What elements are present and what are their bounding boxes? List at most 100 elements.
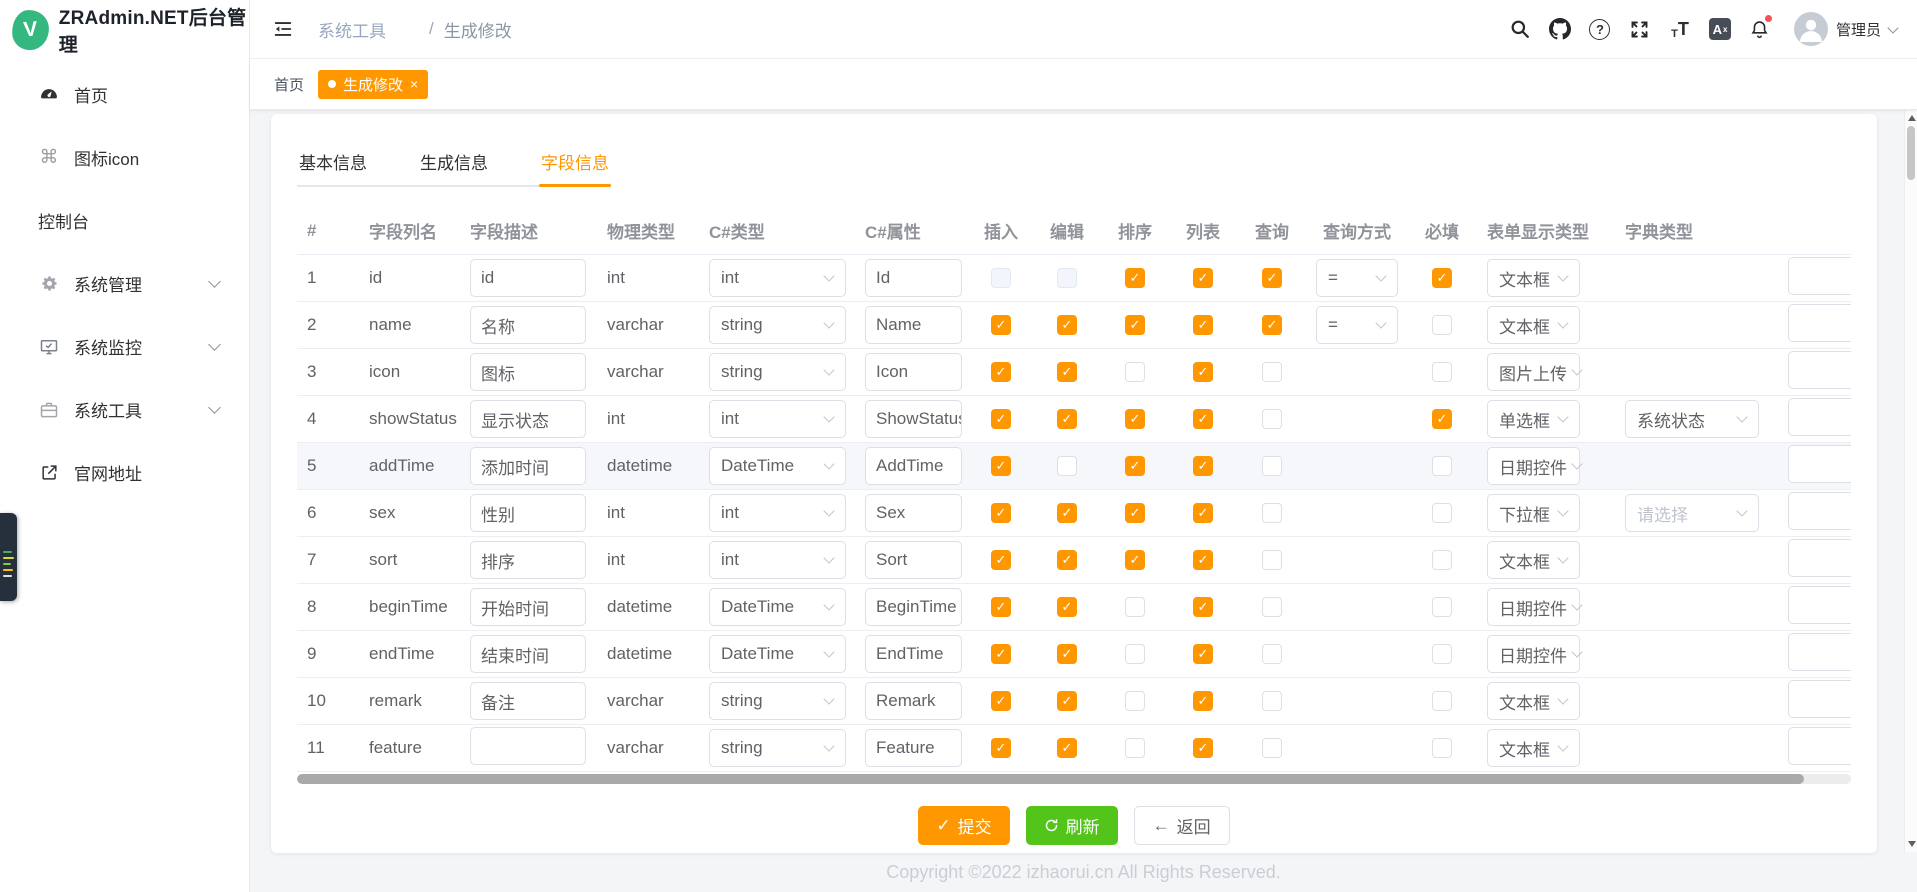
sidebar-item-system-management[interactable]: 系统管理 bbox=[0, 252, 249, 315]
query-checkbox[interactable] bbox=[1262, 691, 1282, 711]
edit-checkbox[interactable] bbox=[1057, 456, 1077, 476]
edit-checkbox[interactable]: ✓ bbox=[1057, 503, 1077, 523]
sidebar-item-console[interactable]: 控制台 bbox=[0, 189, 249, 252]
query-checkbox[interactable]: ✓ bbox=[1262, 268, 1282, 288]
sort-checkbox[interactable] bbox=[1125, 691, 1145, 711]
user-menu[interactable]: 管理员 bbox=[1836, 19, 1881, 40]
list-checkbox[interactable]: ✓ bbox=[1193, 409, 1213, 429]
back-button[interactable]: ← 返回 bbox=[1134, 806, 1230, 845]
display-type-select[interactable]: 图片上传 bbox=[1487, 353, 1580, 391]
floating-panel-handle[interactable] bbox=[0, 513, 17, 601]
overflow-input[interactable] bbox=[1788, 492, 1851, 530]
field-description-input[interactable] bbox=[470, 727, 586, 765]
list-checkbox[interactable]: ✓ bbox=[1193, 503, 1213, 523]
csharp-type-select[interactable]: string bbox=[709, 729, 846, 767]
breadcrumb-item[interactable]: 系统工具 bbox=[318, 17, 419, 42]
csharp-property-input[interactable]: Remark bbox=[865, 682, 962, 720]
sort-checkbox[interactable]: ✓ bbox=[1125, 503, 1145, 523]
scroll-up-arrow[interactable] bbox=[1908, 115, 1916, 121]
list-checkbox[interactable]: ✓ bbox=[1193, 268, 1213, 288]
csharp-property-input[interactable]: Sort bbox=[865, 541, 962, 579]
insert-checkbox[interactable]: ✓ bbox=[991, 315, 1011, 335]
tab-field-info[interactable]: 字段信息 bbox=[539, 138, 611, 185]
search-button[interactable] bbox=[1500, 9, 1540, 49]
field-description-input[interactable]: 性别 bbox=[470, 494, 586, 532]
sidebar-item-official-site[interactable]: 官网地址 bbox=[0, 441, 249, 504]
query-type-select[interactable]: = bbox=[1316, 259, 1398, 297]
field-description-input[interactable]: 开始时间 bbox=[470, 588, 586, 626]
overflow-input[interactable] bbox=[1788, 398, 1851, 436]
edit-checkbox[interactable]: ✓ bbox=[1057, 691, 1077, 711]
display-type-select[interactable]: 文本框 bbox=[1487, 259, 1580, 297]
csharp-property-input[interactable]: BeginTime bbox=[865, 588, 962, 626]
insert-checkbox[interactable]: ✓ bbox=[991, 362, 1011, 382]
refresh-button[interactable]: 刷新 bbox=[1026, 806, 1118, 845]
display-type-select[interactable]: 文本框 bbox=[1487, 306, 1580, 344]
query-type-select[interactable]: = bbox=[1316, 306, 1398, 344]
sort-checkbox[interactable]: ✓ bbox=[1125, 315, 1145, 335]
sort-checkbox[interactable] bbox=[1125, 738, 1145, 758]
list-checkbox[interactable]: ✓ bbox=[1193, 550, 1213, 570]
overflow-input[interactable] bbox=[1788, 257, 1851, 295]
sidebar-collapse-button[interactable] bbox=[268, 9, 298, 49]
overflow-input[interactable] bbox=[1788, 304, 1851, 342]
field-description-input[interactable]: 结束时间 bbox=[470, 635, 586, 673]
tag-active[interactable]: 生成修改 × bbox=[318, 70, 428, 99]
overflow-input[interactable] bbox=[1788, 633, 1851, 671]
csharp-property-input[interactable]: AddTime bbox=[865, 447, 962, 485]
avatar[interactable] bbox=[1794, 12, 1828, 46]
fullscreen-button[interactable] bbox=[1620, 9, 1660, 49]
insert-checkbox[interactable]: ✓ bbox=[991, 644, 1011, 664]
required-checkbox[interactable] bbox=[1432, 362, 1452, 382]
chevron-down-icon[interactable] bbox=[1887, 22, 1898, 33]
field-description-input[interactable]: 显示状态 bbox=[470, 400, 586, 438]
csharp-type-select[interactable]: int bbox=[709, 400, 846, 438]
horizontal-scrollbar-thumb[interactable] bbox=[297, 774, 1804, 784]
list-checkbox[interactable]: ✓ bbox=[1193, 456, 1213, 476]
insert-checkbox[interactable]: ✓ bbox=[991, 738, 1011, 758]
csharp-type-select[interactable]: int bbox=[709, 541, 846, 579]
overflow-input[interactable] bbox=[1788, 539, 1851, 577]
overflow-input[interactable] bbox=[1788, 680, 1851, 718]
list-checkbox[interactable]: ✓ bbox=[1193, 315, 1213, 335]
insert-checkbox[interactable]: ✓ bbox=[991, 456, 1011, 476]
edit-checkbox[interactable]: ✓ bbox=[1057, 362, 1077, 382]
insert-checkbox[interactable] bbox=[991, 268, 1011, 288]
query-checkbox[interactable] bbox=[1262, 362, 1282, 382]
overflow-input[interactable] bbox=[1788, 445, 1851, 483]
required-checkbox[interactable] bbox=[1432, 503, 1452, 523]
sort-checkbox[interactable]: ✓ bbox=[1125, 409, 1145, 429]
csharp-property-input[interactable]: ShowStatus bbox=[865, 400, 962, 438]
display-type-select[interactable]: 下拉框 bbox=[1487, 494, 1580, 532]
required-checkbox[interactable] bbox=[1432, 456, 1452, 476]
csharp-property-input[interactable]: Id bbox=[865, 259, 962, 297]
csharp-type-select[interactable]: DateTime bbox=[709, 447, 846, 485]
csharp-property-input[interactable]: Icon bbox=[865, 353, 962, 391]
vertical-scrollbar-thumb[interactable] bbox=[1907, 126, 1915, 180]
display-type-select[interactable]: 文本框 bbox=[1487, 729, 1580, 767]
csharp-type-select[interactable]: DateTime bbox=[709, 635, 846, 673]
required-checkbox[interactable] bbox=[1432, 550, 1452, 570]
display-type-select[interactable]: 日期控件 bbox=[1487, 635, 1580, 673]
csharp-type-select[interactable]: int bbox=[709, 494, 846, 532]
field-description-input[interactable]: 添加时间 bbox=[470, 447, 586, 485]
query-checkbox[interactable]: ✓ bbox=[1262, 315, 1282, 335]
csharp-property-input[interactable]: Name bbox=[865, 306, 962, 344]
overflow-input[interactable] bbox=[1788, 586, 1851, 624]
csharp-type-select[interactable]: string bbox=[709, 682, 846, 720]
required-checkbox[interactable] bbox=[1432, 597, 1452, 617]
field-description-input[interactable]: 名称 bbox=[470, 306, 586, 344]
translate-button[interactable]: Ax bbox=[1700, 9, 1740, 49]
csharp-type-select[interactable]: int bbox=[709, 259, 846, 297]
edit-checkbox[interactable]: ✓ bbox=[1057, 597, 1077, 617]
sidebar-item-system-monitor[interactable]: 系统监控 bbox=[0, 315, 249, 378]
required-checkbox[interactable]: ✓ bbox=[1432, 409, 1452, 429]
edit-checkbox[interactable]: ✓ bbox=[1057, 738, 1077, 758]
sidebar-item-system-tools[interactable]: 系统工具 bbox=[0, 378, 249, 441]
font-size-button[interactable]: TT bbox=[1660, 9, 1700, 49]
overflow-input[interactable] bbox=[1788, 351, 1851, 389]
insert-checkbox[interactable]: ✓ bbox=[991, 503, 1011, 523]
list-checkbox[interactable]: ✓ bbox=[1193, 362, 1213, 382]
tag-home[interactable]: 首页 bbox=[274, 74, 304, 95]
edit-checkbox[interactable]: ✓ bbox=[1057, 409, 1077, 429]
